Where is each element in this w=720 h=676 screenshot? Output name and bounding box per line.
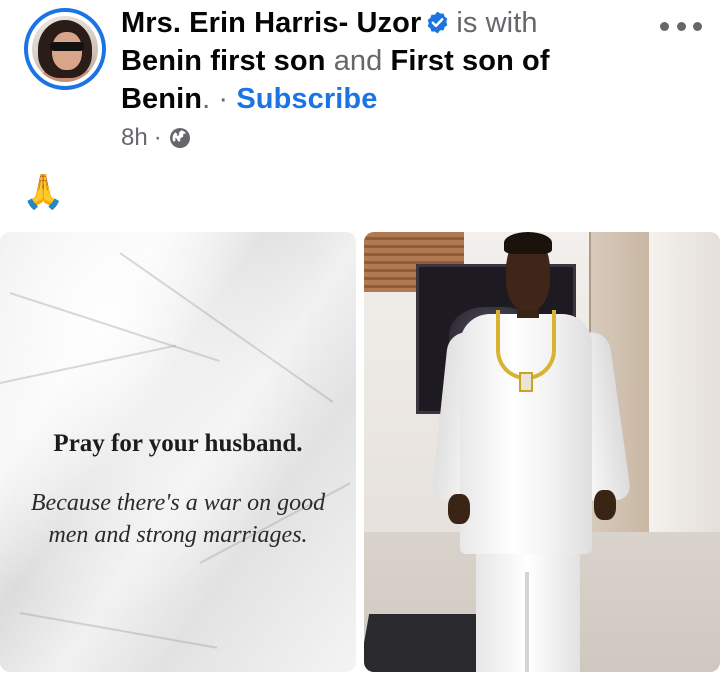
photo-quote-card[interactable]: Pray for your husband. Because there's a… xyxy=(0,232,356,672)
meta-separator: · xyxy=(153,124,162,151)
and-text: and xyxy=(333,45,383,77)
post-title-line-1: Mrs. Erin Harris- Uzor is with xyxy=(121,4,538,42)
chain-pendant xyxy=(519,372,533,392)
quote-title: Pray for your husband. xyxy=(53,430,303,457)
avatar-image xyxy=(32,16,98,82)
tagged-user-1[interactable]: Benin first son xyxy=(121,45,326,77)
post-body-text: 🙏 xyxy=(22,173,65,211)
more-dot-icon xyxy=(676,21,686,31)
post-title-line-2: Benin first son and First son of xyxy=(121,42,550,80)
period-text: . xyxy=(202,83,211,115)
globe-icon[interactable] xyxy=(168,126,192,150)
photo-grid: Pray for your husband. Because there's a… xyxy=(0,232,720,672)
quote-body: Because there's a war on good men and st… xyxy=(30,490,326,548)
tagged-user-2-part2[interactable]: Benin xyxy=(121,83,202,115)
post-title-line-3: Benin. · Subscribe xyxy=(121,80,377,118)
more-dot-icon xyxy=(693,21,702,31)
post-timestamp[interactable]: 8h xyxy=(121,124,148,152)
author-avatar[interactable] xyxy=(24,8,106,90)
author-name[interactable]: Mrs. Erin Harris- Uzor xyxy=(121,7,421,39)
post-meta: 8h · xyxy=(121,124,192,152)
subscribe-link[interactable]: Subscribe xyxy=(236,83,377,115)
with-text: is with xyxy=(456,7,538,39)
gold-chain xyxy=(496,310,556,380)
dot-separator: · xyxy=(210,83,237,115)
post-header: Mrs. Erin Harris- Uzor is with Benin firs… xyxy=(0,0,720,165)
more-options-button[interactable] xyxy=(660,14,702,38)
photo-man-in-white[interactable] xyxy=(364,232,720,672)
verified-badge-icon xyxy=(428,11,448,34)
tagged-user-2-part1[interactable]: First son of xyxy=(391,45,550,77)
more-dot-icon xyxy=(660,21,669,31)
